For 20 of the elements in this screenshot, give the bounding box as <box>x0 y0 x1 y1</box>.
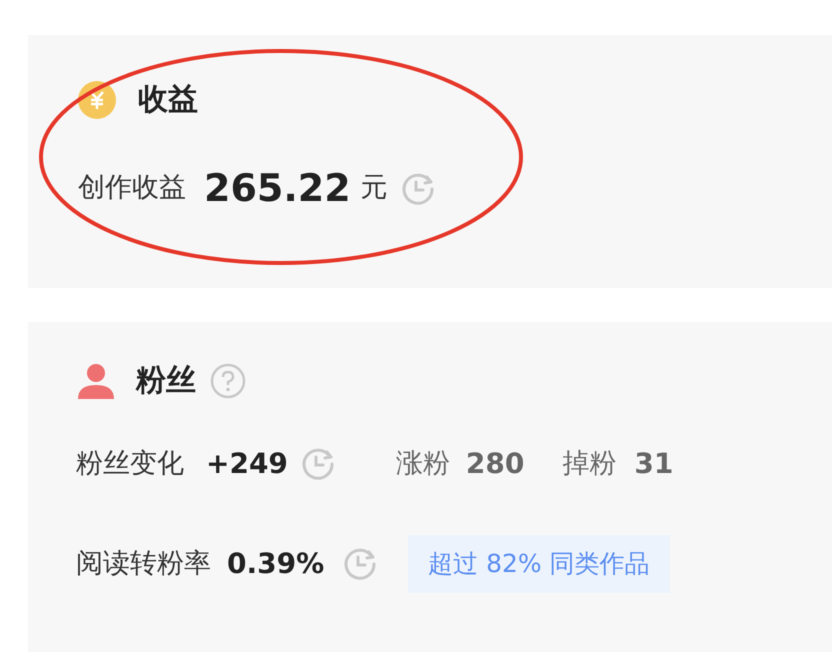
unit-label: 元 <box>360 171 388 206</box>
metric-value: 265.22 <box>204 165 351 212</box>
metric-value: 31 <box>634 446 674 482</box>
section-title: 收益 <box>138 81 198 119</box>
ranking-badge: 超过 82% 同类作品 <box>408 535 670 592</box>
person-icon <box>76 362 116 398</box>
metric-label: 涨粉 <box>396 446 450 481</box>
metric-label: 掉粉 <box>562 446 616 481</box>
section-title: 粉丝 <box>136 362 196 400</box>
metric-value: +249 <box>206 446 288 482</box>
metric-value: 0.39% <box>227 546 324 582</box>
history-icon[interactable] <box>400 170 436 206</box>
history-icon[interactable] <box>300 446 336 482</box>
yuan-coin-icon <box>78 80 116 118</box>
history-icon[interactable] <box>342 546 378 582</box>
metric-label: 阅读转粉率 <box>76 546 211 580</box>
metric-label: 创作收益 <box>78 171 186 206</box>
metric-label: 粉丝变化 <box>76 446 184 481</box>
help-icon[interactable] <box>210 362 246 398</box>
metric-value: 280 <box>466 446 524 482</box>
